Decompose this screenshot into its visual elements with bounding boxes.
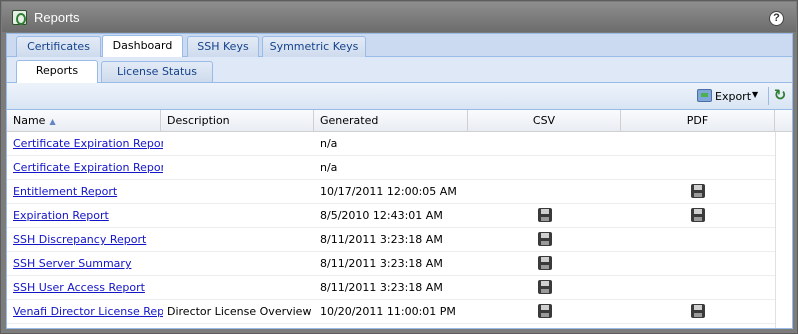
report-description-cell <box>167 204 315 228</box>
tab-reports[interactable]: Reports <box>16 60 98 83</box>
report-description-cell <box>167 180 315 204</box>
report-name-link[interactable]: SSH User Access Report <box>13 281 145 294</box>
report-pdf-cell <box>621 228 774 252</box>
report-name-cell: Entitlement Report <box>13 180 163 204</box>
pdf-download-icon[interactable] <box>690 184 705 198</box>
report-name-link[interactable]: Venafi Director License Rep... <box>13 305 163 318</box>
report-name-link[interactable]: Entitlement Report <box>13 185 117 198</box>
report-name-cell: SSH Discrepancy Report <box>13 228 163 252</box>
table-row[interactable]: SSH Discrepancy Report 8/11/2011 3:23:18… <box>7 228 775 252</box>
window-title: Reports <box>34 10 80 25</box>
report-pdf-cell <box>621 276 774 300</box>
report-description-cell <box>167 156 315 180</box>
report-name-link[interactable]: SSH Server Summary <box>13 257 131 270</box>
report-name-cell: Venafi Director License Rep... <box>13 300 163 324</box>
table-row[interactable]: Certificate Expiration Report n/a <box>7 132 775 156</box>
pdf-download-icon[interactable] <box>690 208 705 222</box>
tab-dashboard[interactable]: Dashboard <box>102 35 183 58</box>
table-row[interactable]: Venafi Director License Rep... Director … <box>7 300 775 324</box>
csv-download-icon[interactable] <box>537 304 552 318</box>
report-pdf-cell <box>621 252 774 276</box>
toolbar-separator <box>768 87 769 105</box>
column-header-csv[interactable]: CSV <box>468 110 621 132</box>
report-name-cell: SSH Server Summary <box>13 252 163 276</box>
vertical-scrollbar[interactable] <box>775 132 792 328</box>
csv-download-icon[interactable] <box>537 208 552 222</box>
table-row[interactable]: Expiration Report 8/5/2010 12:43:01 AM <box>7 204 775 228</box>
reports-panel: Certificates Dashboard SSH Keys Symmetri… <box>6 33 793 329</box>
table-row[interactable]: SSH User Access Report 8/11/2011 3:23:18… <box>7 276 775 300</box>
tab-certificates[interactable]: Certificates <box>16 36 101 57</box>
csv-download-icon[interactable] <box>537 232 552 246</box>
refresh-icon[interactable]: ↻ <box>773 88 787 103</box>
report-pdf-cell <box>621 156 774 180</box>
report-description-cell <box>167 252 315 276</box>
tab-license-status[interactable]: License Status <box>101 61 213 82</box>
report-pdf-cell <box>621 132 774 156</box>
grid-toolbar: Export ▼ ↻ <box>7 83 792 110</box>
report-name-link[interactable]: Certificate Expiration Report <box>13 161 163 174</box>
report-name-cell: Certificate Expiration Report <box>13 132 163 156</box>
report-csv-cell <box>468 156 621 180</box>
table-row[interactable]: Entitlement Report 10/17/2011 12:00:05 A… <box>7 180 775 204</box>
report-csv-cell <box>468 204 621 228</box>
report-description-cell <box>167 132 315 156</box>
pdf-download-icon[interactable] <box>690 304 705 318</box>
column-header-name[interactable]: Name ▲ <box>7 110 161 132</box>
report-pdf-cell <box>621 204 774 228</box>
report-pdf-cell <box>621 300 774 324</box>
report-description-cell: Director License Overview <box>167 305 312 318</box>
report-csv-cell <box>468 300 621 324</box>
report-name-cell: SSH User Access Report <box>13 276 163 300</box>
tab-symmetric-keys[interactable]: Symmetric Keys <box>262 36 366 57</box>
report-description-cell <box>167 228 315 252</box>
report-generated-cell: 8/11/2011 3:23:18 AM <box>320 233 443 246</box>
report-description-cell <box>167 276 315 300</box>
report-csv-cell <box>468 276 621 300</box>
column-header-pdf[interactable]: PDF <box>621 110 775 132</box>
column-header-description[interactable]: Description <box>161 110 314 132</box>
report-name-link[interactable]: SSH Discrepancy Report <box>13 233 146 246</box>
report-generated-cell: 10/20/2011 11:00:01 PM <box>320 305 456 318</box>
primary-tab-strip: Certificates Dashboard SSH Keys Symmetri… <box>7 34 792 58</box>
report-generated-cell: 8/11/2011 3:23:18 AM <box>320 257 443 270</box>
report-generated-cell: n/a <box>320 137 338 150</box>
sort-ascending-icon: ▲ <box>49 117 56 126</box>
column-header-name-label: Name <box>13 114 46 127</box>
report-name-cell: Expiration Report <box>13 204 163 228</box>
report-generated-cell: 10/17/2011 12:00:05 AM <box>320 185 457 198</box>
report-generated-cell: 8/11/2011 3:23:18 AM <box>320 281 443 294</box>
export-label: Export <box>715 90 752 103</box>
title-bar: Reports ? <box>2 2 796 32</box>
csv-download-icon[interactable] <box>537 280 552 294</box>
report-name-link[interactable]: Certificate Expiration Report <box>13 137 163 150</box>
reports-window: Reports ? Certificates Dashboard SSH Key… <box>0 0 798 334</box>
report-name-cell: Certificate Expiration Report <box>13 156 163 180</box>
report-csv-cell <box>468 132 621 156</box>
chevron-down-icon: ▼ <box>752 90 759 99</box>
report-generated-cell: 8/5/2010 12:43:01 AM <box>320 209 443 222</box>
table-row[interactable]: SSH Server Summary 8/11/2011 3:23:18 AM <box>7 252 775 276</box>
column-header-generated[interactable]: Generated <box>314 110 468 132</box>
export-button[interactable]: Export ▼ <box>697 87 759 106</box>
report-csv-cell <box>468 180 621 204</box>
grid-header: Name ▲ Description Generated CSV PDF <box>7 110 792 132</box>
table-row[interactable]: Certificate Expiration Report n/a <box>7 156 775 180</box>
report-pdf-cell <box>621 180 774 204</box>
tab-ssh-keys[interactable]: SSH Keys <box>187 36 259 57</box>
report-csv-cell <box>468 252 621 276</box>
report-generated-cell: n/a <box>320 161 338 174</box>
report-name-link[interactable]: Expiration Report <box>13 209 109 222</box>
csv-download-icon[interactable] <box>537 256 552 270</box>
app-logo-icon <box>12 10 27 25</box>
secondary-tab-strip: Reports License Status <box>7 57 792 83</box>
export-icon <box>697 89 712 102</box>
report-csv-cell <box>468 228 621 252</box>
help-icon[interactable]: ? <box>769 11 784 26</box>
